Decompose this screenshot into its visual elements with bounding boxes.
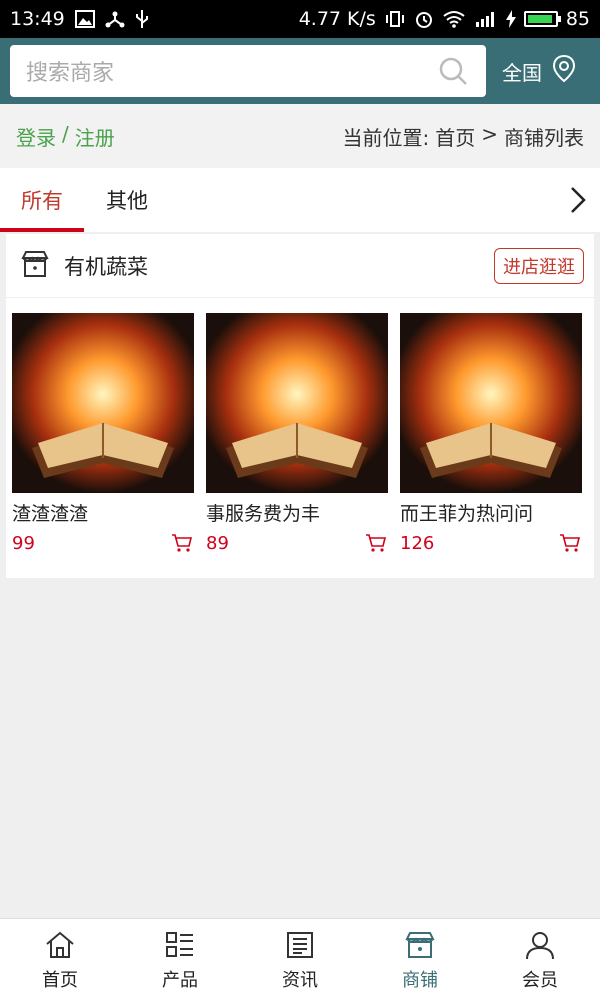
breadcrumb: 当前位置: 首页 > 商铺列表 — [342, 122, 584, 151]
price-row: 89 — [206, 532, 388, 554]
nav-shops-label: 商铺 — [402, 969, 438, 991]
product-image[interactable] — [206, 313, 388, 493]
product-card[interactable]: 渣渣渣渣 99 — [12, 313, 194, 554]
product-image[interactable] — [12, 313, 194, 493]
product-name: 而王菲为热问问 — [400, 503, 534, 525]
auth-separator: / — [62, 121, 69, 146]
region-selector[interactable]: 全国 — [502, 54, 578, 89]
breadcrumb-current: 商铺列表 — [504, 125, 584, 150]
shop-header: 有机蔬菜 进店逛逛 — [6, 234, 594, 298]
battery-level — [527, 15, 552, 23]
register-link[interactable]: 注册 — [75, 122, 115, 151]
store-icon — [20, 249, 50, 283]
product-name: 事服务费为丰 — [206, 503, 321, 525]
chevron-right-icon[interactable] — [556, 168, 600, 232]
shop-name: 有机蔬菜 — [64, 254, 148, 279]
bottom-nav: 首页 产品 资讯 商铺 会员 — [0, 918, 600, 1000]
cart-icon[interactable] — [364, 532, 388, 554]
product-price: 89 — [206, 532, 229, 554]
login-link[interactable]: 登录 — [16, 122, 56, 151]
nav-member-label: 会员 — [522, 969, 558, 991]
wifi-icon — [442, 10, 466, 28]
product-name: 渣渣渣渣 — [12, 503, 89, 525]
breadcrumb-label: 当前位置: — [342, 125, 430, 150]
signal-icon — [474, 10, 498, 28]
status-time: 13:49 — [10, 8, 65, 30]
grid-list-icon — [163, 928, 197, 962]
breadcrumb-home[interactable]: 首页 — [435, 122, 475, 151]
nav-products[interactable]: 产品 — [120, 919, 240, 1000]
vibrate-icon — [384, 10, 406, 28]
product-price: 99 — [12, 532, 35, 554]
location-pin-icon — [550, 54, 578, 89]
news-icon — [283, 928, 317, 962]
status-bar: 13:49 4.77 K/s 85 — [0, 0, 600, 38]
product-image[interactable] — [400, 313, 582, 493]
net-speed: 4.77 K/s — [298, 8, 376, 30]
nav-member[interactable]: 会员 — [480, 919, 600, 1000]
usb-icon — [135, 9, 149, 29]
price-row: 99 — [12, 532, 194, 554]
search-input[interactable]: 搜索商家 — [10, 45, 486, 97]
nav-home[interactable]: 首页 — [0, 919, 120, 1000]
store-icon — [403, 928, 437, 962]
home-icon — [43, 928, 77, 962]
breadcrumb-separator: > — [481, 121, 498, 146]
battery-percent: 85 — [565, 8, 590, 30]
tab-all[interactable]: 所有 — [0, 168, 84, 232]
cart-icon[interactable] — [170, 532, 194, 554]
image-icon — [74, 10, 95, 28]
search-icon[interactable] — [436, 54, 470, 88]
charging-icon — [505, 10, 516, 28]
region-label: 全国 — [502, 60, 542, 85]
product-list: 渣渣渣渣 99 事服务费为丰 89 而王菲为热问问 126 — [6, 298, 594, 554]
product-card[interactable]: 事服务费为丰 89 — [206, 313, 388, 554]
search-placeholder: 搜索商家 — [26, 61, 115, 86]
cart-icon[interactable] — [558, 532, 582, 554]
shop-card: 有机蔬菜 进店逛逛 渣渣渣渣 99 事服务费为丰 89 而王菲为热问问 126 — [6, 234, 594, 578]
nav-news-label: 资讯 — [282, 969, 318, 991]
product-price: 126 — [400, 532, 435, 554]
nav-products-label: 产品 — [162, 969, 198, 991]
nav-shops[interactable]: 商铺 — [360, 919, 480, 1000]
nav-home-label: 首页 — [42, 969, 78, 991]
nav-news[interactable]: 资讯 — [240, 919, 360, 1000]
tab-other[interactable]: 其他 — [84, 168, 170, 232]
auth-links: 登录 / 注册 — [16, 122, 115, 151]
battery-icon — [523, 11, 561, 27]
enter-shop-button[interactable]: 进店逛逛 — [494, 247, 584, 284]
share-icon — [105, 10, 125, 28]
user-icon — [523, 928, 557, 962]
alarm-icon — [414, 9, 434, 29]
product-card[interactable]: 而王菲为热问问 126 — [400, 313, 582, 554]
location-row: 登录 / 注册 当前位置: 首页 > 商铺列表 — [0, 104, 600, 168]
category-tabs: 所有 其他 — [0, 168, 600, 232]
header: 搜索商家 全国 — [0, 38, 600, 104]
price-row: 126 — [400, 532, 582, 554]
